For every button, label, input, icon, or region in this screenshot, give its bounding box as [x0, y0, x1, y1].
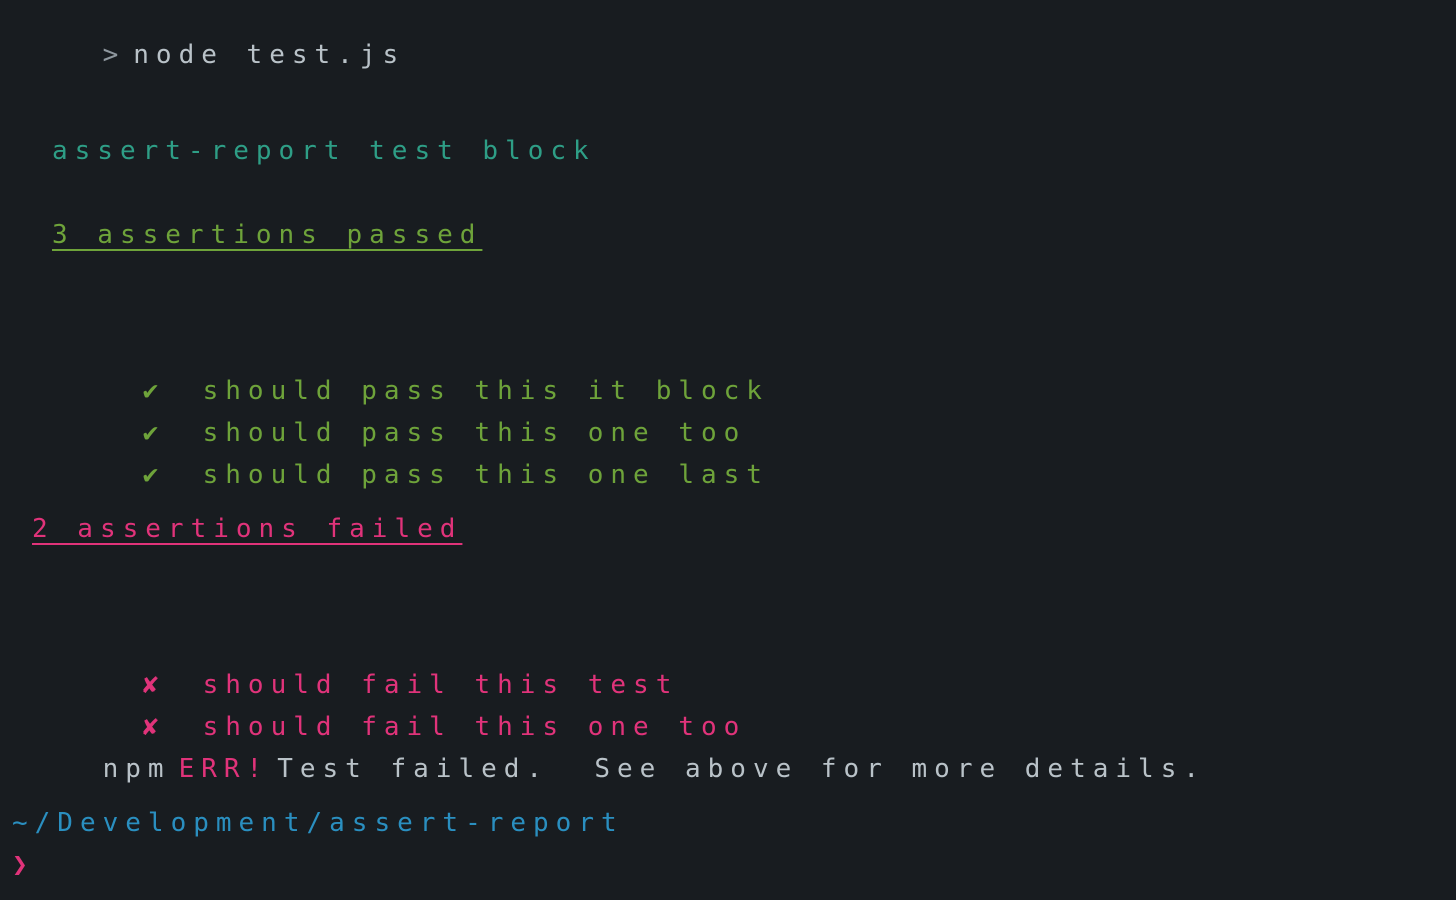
failed-item: ✘ should fail this test: [52, 640, 678, 700]
input-prompt-symbol[interactable]: ❯: [12, 850, 35, 880]
command-line: > node test.js: [12, 10, 405, 70]
failed-summary: 2 assertions failed: [32, 514, 463, 544]
failed-item: ✘ should fail this one too: [52, 682, 746, 742]
suite-title: assert-report test block: [52, 136, 596, 166]
npm-prefix: npm: [102, 754, 171, 784]
passed-item: ✔ should pass this one too: [52, 388, 746, 448]
passed-item: ✔ should pass this one last: [52, 430, 769, 490]
error-tag: ERR!: [178, 754, 270, 784]
cwd-path: ~/Development/assert-report: [12, 808, 624, 838]
error-message: Test failed. See above for more details.: [277, 754, 1207, 784]
command-text: node test.js: [133, 40, 406, 70]
terminal-window[interactable]: > node test.js assert-report test block 3…: [0, 0, 1456, 900]
passed-item: ✔ should pass this it block: [52, 346, 769, 406]
npm-error-line: npm ERR! Test failed. See above for more d…: [12, 724, 1206, 784]
check-icon: ✔: [142, 460, 159, 490]
passed-summary: 3 assertions passed: [52, 220, 483, 250]
prompt-symbol: >: [102, 40, 126, 70]
passed-item-label: should pass this one last: [202, 460, 769, 490]
